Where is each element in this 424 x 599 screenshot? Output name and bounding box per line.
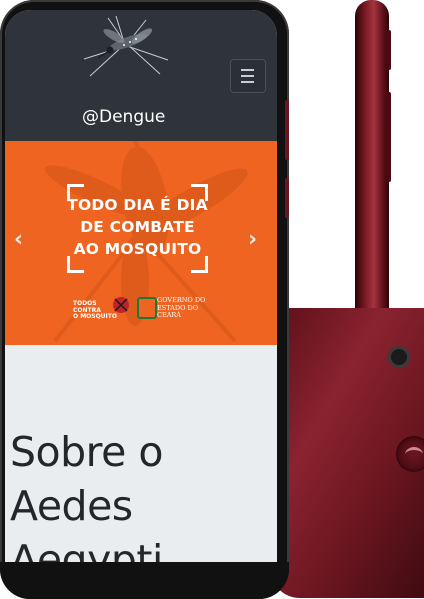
carousel-next-button[interactable]: › (248, 227, 257, 252)
menu-toggle-button[interactable] (230, 59, 266, 93)
side-button (385, 92, 391, 182)
mosquito-icon (83, 15, 169, 77)
campaign-banner-frame: TODO DIA É DIA DE COMBATE AO MOSQUITO (67, 184, 208, 273)
phone-bottom-bezel (0, 562, 289, 599)
hamburger-icon-bar (241, 69, 254, 71)
side-button (385, 30, 391, 70)
campaign-mosquito-icon (113, 297, 129, 313)
campaign-carousel: ‹ › TODO DIA É DIA DE COMBATE AO MOSQUIT… (5, 141, 277, 345)
phone-front: @Dengue ‹ › TODO DIA É DIA DE COMBATE AO… (0, 0, 289, 599)
banner-text-line: AO MOSQUITO (73, 240, 202, 258)
site-header: @Dengue (5, 10, 277, 141)
banner-text-line: DE COMBATE (80, 218, 195, 236)
phone-back (270, 308, 424, 598)
carousel-prev-button[interactable]: ‹ (14, 227, 23, 252)
hamburger-icon-bar (241, 81, 254, 83)
phone-screen: @Dengue ‹ › TODO DIA É DIA DE COMBATE AO… (5, 10, 277, 588)
government-logo-text: GOVERNO DO ESTADO DO CEARÁ (157, 296, 206, 319)
banner-text-line: TODO DIA É DIA (67, 196, 208, 214)
site-brand-link[interactable]: @Dengue (82, 107, 165, 127)
camera-lens (388, 346, 410, 368)
volume-key (285, 100, 289, 160)
government-seal-icon (137, 297, 157, 319)
partner-logos: TODOS CONTRA O MOSQUITO GOVERNO DO ESTAD… (73, 291, 213, 327)
phone-logo-icon (396, 436, 424, 472)
hamburger-icon-bar (241, 75, 254, 77)
main-content: Sobre o Aedes Aegypti (5, 345, 277, 588)
power-key (285, 178, 289, 218)
